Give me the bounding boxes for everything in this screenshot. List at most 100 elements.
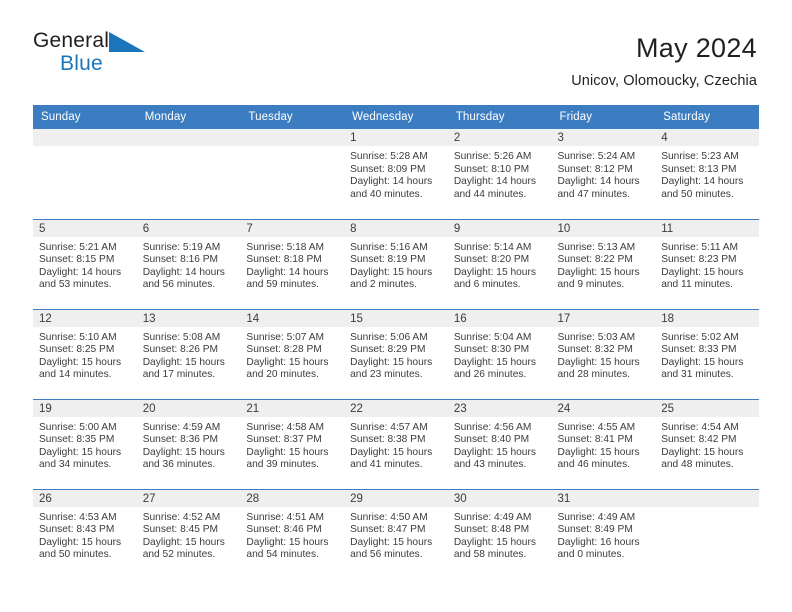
day-sun-info: Sunrise: 5:16 AM Sunset: 8:19 PM Dayligh… <box>350 241 433 291</box>
weekday-header-monday: Monday <box>136 105 241 129</box>
weekday-header-sunday: Sunday <box>33 105 137 129</box>
calendar-day-cell[interactable]: 13 Sunrise: 5:08 AM Sunset: 8:26 PM Dayli… <box>136 308 241 399</box>
day-number: 22 <box>344 399 448 417</box>
day-sun-info: Sunrise: 5:21 AM Sunset: 8:15 PM Dayligh… <box>39 241 122 291</box>
day-number: 26 <box>33 489 137 507</box>
weekday-header-saturday: Saturday <box>655 105 759 129</box>
day-sun-info: Sunrise: 5:13 AM Sunset: 8:22 PM Dayligh… <box>557 241 640 291</box>
day-sun-info: Sunrise: 4:52 AM Sunset: 8:45 PM Dayligh… <box>142 511 225 561</box>
calendar-day-cell[interactable]: 2 Sunrise: 5:26 AM Sunset: 8:10 PM Daylig… <box>447 129 552 219</box>
calendar-day-cell[interactable]: 18 Sunrise: 5:02 AM Sunset: 8:33 PM Dayli… <box>655 308 759 399</box>
calendar-empty-cell <box>136 129 241 219</box>
day-sun-info: Sunrise: 5:14 AM Sunset: 8:20 PM Dayligh… <box>453 241 536 291</box>
day-number: 18 <box>655 309 759 327</box>
calendar-day-cell[interactable]: 27 Sunrise: 4:52 AM Sunset: 8:45 PM Dayli… <box>136 488 241 579</box>
calendar-day-cell[interactable]: 5 Sunrise: 5:21 AM Sunset: 8:15 PM Daylig… <box>33 218 137 309</box>
calendar-day-cell[interactable]: 22 Sunrise: 4:57 AM Sunset: 8:38 PM Dayli… <box>344 398 448 489</box>
logo-text-blue: Blue <box>60 52 103 75</box>
day-sun-info: Sunrise: 5:19 AM Sunset: 8:16 PM Dayligh… <box>142 241 225 291</box>
weekday-header-row: Sunday Monday Tuesday Wednesday Thursday… <box>33 105 759 129</box>
day-sun-info: Sunrise: 4:49 AM Sunset: 8:48 PM Dayligh… <box>453 511 536 561</box>
day-number: 13 <box>136 309 241 327</box>
day-sun-info: Sunrise: 5:23 AM Sunset: 8:13 PM Dayligh… <box>661 151 744 200</box>
day-number: 14 <box>240 309 345 327</box>
day-sun-info: Sunrise: 5:11 AM Sunset: 8:23 PM Dayligh… <box>661 241 744 291</box>
day-number <box>136 129 241 146</box>
day-number: 30 <box>447 489 552 507</box>
day-number: 25 <box>655 399 759 417</box>
day-number: 11 <box>655 219 759 237</box>
calendar-day-cell[interactable]: 4 Sunrise: 5:23 AM Sunset: 8:13 PM Daylig… <box>655 129 759 219</box>
general-blue-logo[interactable]: General Blue <box>33 30 153 82</box>
calendar-day-cell[interactable]: 31 Sunrise: 4:49 AM Sunset: 8:49 PM Dayli… <box>551 488 656 579</box>
day-number: 20 <box>136 399 241 417</box>
calendar-day-cell[interactable]: 11 Sunrise: 5:11 AM Sunset: 8:23 PM Dayli… <box>655 218 759 309</box>
calendar-day-cell[interactable]: 29 Sunrise: 4:50 AM Sunset: 8:47 PM Dayli… <box>344 488 448 579</box>
day-number: 16 <box>447 309 552 327</box>
calendar-grid: Sunday Monday Tuesday Wednesday Thursday… <box>33 105 759 579</box>
calendar-day-cell[interactable]: 21 Sunrise: 4:58 AM Sunset: 8:37 PM Dayli… <box>240 398 345 489</box>
day-number: 4 <box>655 129 759 146</box>
day-sun-info: Sunrise: 4:58 AM Sunset: 8:37 PM Dayligh… <box>246 421 329 471</box>
day-number <box>33 129 137 146</box>
day-number: 27 <box>136 489 241 507</box>
day-number: 5 <box>33 219 137 237</box>
calendar-day-cell[interactable]: 17 Sunrise: 5:03 AM Sunset: 8:32 PM Dayli… <box>551 308 656 399</box>
day-number: 15 <box>344 309 448 327</box>
day-number: 24 <box>551 399 656 417</box>
day-sun-info: Sunrise: 5:24 AM Sunset: 8:12 PM Dayligh… <box>557 151 640 200</box>
calendar-day-cell[interactable]: 10 Sunrise: 5:13 AM Sunset: 8:22 PM Dayli… <box>551 218 656 309</box>
day-number <box>240 129 345 146</box>
day-sun-info: Sunrise: 4:56 AM Sunset: 8:40 PM Dayligh… <box>453 421 536 471</box>
calendar-day-cell[interactable]: 25 Sunrise: 4:54 AM Sunset: 8:42 PM Dayli… <box>655 398 759 489</box>
day-sun-info: Sunrise: 5:10 AM Sunset: 8:25 PM Dayligh… <box>39 331 122 381</box>
calendar-page: General Blue May 2024 Unicov, Olomoucky,… <box>0 0 792 612</box>
calendar-day-cell[interactable]: 19 Sunrise: 5:00 AM Sunset: 8:35 PM Dayli… <box>33 398 137 489</box>
day-sun-info: Sunrise: 4:50 AM Sunset: 8:47 PM Dayligh… <box>350 511 433 561</box>
day-sun-info: Sunrise: 5:06 AM Sunset: 8:29 PM Dayligh… <box>350 331 433 381</box>
calendar-day-cell[interactable]: 1 Sunrise: 5:28 AM Sunset: 8:09 PM Daylig… <box>344 129 448 219</box>
day-number: 17 <box>551 309 656 327</box>
calendar-week-row: 12 Sunrise: 5:10 AM Sunset: 8:25 PM Dayli… <box>33 308 759 399</box>
calendar-day-cell[interactable]: 15 Sunrise: 5:06 AM Sunset: 8:29 PM Dayli… <box>344 308 448 399</box>
weekday-header-friday: Friday <box>551 105 656 129</box>
day-number: 31 <box>551 489 656 507</box>
page-header: General Blue May 2024 Unicov, Olomoucky,… <box>0 0 792 103</box>
calendar-day-cell[interactable]: 7 Sunrise: 5:18 AM Sunset: 8:18 PM Daylig… <box>240 218 345 309</box>
day-sun-info: Sunrise: 5:26 AM Sunset: 8:10 PM Dayligh… <box>453 151 536 200</box>
calendar-day-cell[interactable]: 6 Sunrise: 5:19 AM Sunset: 8:16 PM Daylig… <box>136 218 241 309</box>
day-number: 7 <box>240 219 345 237</box>
calendar-body: 1 Sunrise: 5:28 AM Sunset: 8:09 PM Daylig… <box>33 129 759 579</box>
calendar-day-cell[interactable]: 14 Sunrise: 5:07 AM Sunset: 8:28 PM Dayli… <box>240 308 345 399</box>
calendar-day-cell[interactable]: 20 Sunrise: 4:59 AM Sunset: 8:36 PM Dayli… <box>136 398 241 489</box>
day-sun-info: Sunrise: 5:02 AM Sunset: 8:33 PM Dayligh… <box>661 331 744 381</box>
day-sun-info: Sunrise: 4:55 AM Sunset: 8:41 PM Dayligh… <box>557 421 640 471</box>
day-number: 29 <box>344 489 448 507</box>
day-number: 19 <box>33 399 137 417</box>
calendar-day-cell[interactable]: 12 Sunrise: 5:10 AM Sunset: 8:25 PM Dayli… <box>33 308 137 399</box>
calendar-day-cell[interactable]: 8 Sunrise: 5:16 AM Sunset: 8:19 PM Daylig… <box>344 218 448 309</box>
day-number: 21 <box>240 399 345 417</box>
calendar-day-cell[interactable]: 23 Sunrise: 4:56 AM Sunset: 8:40 PM Dayli… <box>447 398 552 489</box>
day-sun-info: Sunrise: 5:18 AM Sunset: 8:18 PM Dayligh… <box>246 241 329 291</box>
day-sun-info: Sunrise: 5:28 AM Sunset: 8:09 PM Dayligh… <box>350 151 433 200</box>
calendar-day-cell[interactable]: 3 Sunrise: 5:24 AM Sunset: 8:12 PM Daylig… <box>551 129 656 219</box>
calendar-day-cell[interactable]: 16 Sunrise: 5:04 AM Sunset: 8:30 PM Dayli… <box>447 308 552 399</box>
calendar-week-row: 26 Sunrise: 4:53 AM Sunset: 8:43 PM Dayli… <box>33 488 759 579</box>
day-number: 12 <box>33 309 137 327</box>
day-number: 1 <box>344 129 448 146</box>
day-sun-info <box>137 146 241 151</box>
day-number: 10 <box>551 219 656 237</box>
calendar-day-cell[interactable]: 26 Sunrise: 4:53 AM Sunset: 8:43 PM Dayli… <box>33 488 137 579</box>
day-sun-info: Sunrise: 4:54 AM Sunset: 8:42 PM Dayligh… <box>661 421 744 471</box>
calendar-day-cell[interactable]: 9 Sunrise: 5:14 AM Sunset: 8:20 PM Daylig… <box>447 218 552 309</box>
calendar-day-cell[interactable]: 28 Sunrise: 4:51 AM Sunset: 8:46 PM Dayli… <box>240 488 345 579</box>
calendar-day-cell[interactable]: 30 Sunrise: 4:49 AM Sunset: 8:48 PM Dayli… <box>447 488 552 579</box>
day-sun-info <box>240 146 344 151</box>
day-number: 6 <box>136 219 241 237</box>
day-sun-info: Sunrise: 5:07 AM Sunset: 8:28 PM Dayligh… <box>246 331 329 381</box>
day-number <box>655 489 759 507</box>
calendar-week-row: 5 Sunrise: 5:21 AM Sunset: 8:15 PM Daylig… <box>33 218 759 309</box>
calendar-day-cell[interactable]: 24 Sunrise: 4:55 AM Sunset: 8:41 PM Dayli… <box>551 398 656 489</box>
calendar-empty-cell <box>240 129 345 219</box>
